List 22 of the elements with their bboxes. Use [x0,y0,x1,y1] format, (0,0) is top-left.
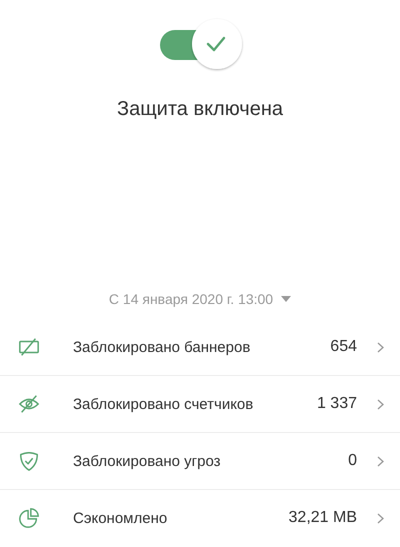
stat-value: 1 337 [316,395,357,413]
stat-value: 0 [348,452,357,470]
shield-check-icon [18,450,40,472]
stat-label: Сэкономлено [73,510,168,526]
crossed-rectangle-icon [18,336,40,358]
stat-value: 32,21 MB [288,509,357,527]
chevron-right-icon [377,512,384,524]
stat-row[interactable]: Сэкономлено 32,21 MB [0,490,400,546]
stat-value: 654 [330,338,357,356]
stat-row[interactable]: Заблокировано угроз 0 [0,433,400,490]
stat-label: Заблокировано баннеров [73,338,252,356]
stat-row[interactable]: Заблокировано баннеров 654 [0,319,400,376]
stat-label: Заблокировано угроз [73,452,222,470]
chevron-right-icon [377,456,384,466]
dropdown-caret-icon [281,296,292,302]
chevron-right-icon [377,398,384,410]
stat-row[interactable]: Заблокировано счетчиков 1 337 [0,376,400,433]
protection-status-title: Защита включена [116,98,284,121]
stat-label: Заблокировано счетчиков [73,396,254,412]
chevron-right-icon [377,342,384,352]
pie-chart-icon [18,507,40,529]
crossed-eye-icon [18,393,40,415]
